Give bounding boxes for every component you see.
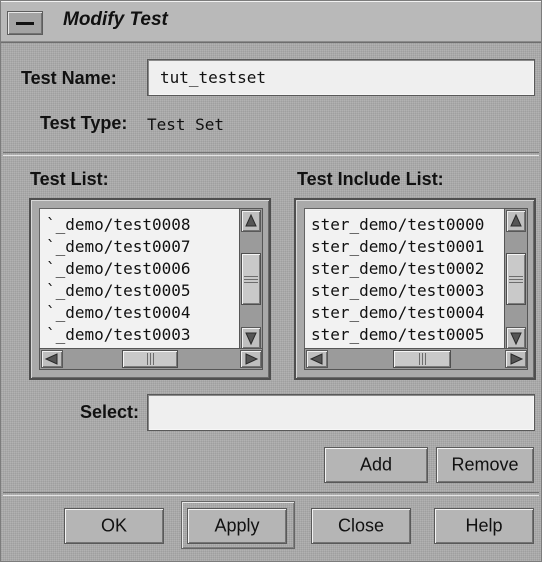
section-divider	[3, 152, 539, 156]
test-list-horizontal-scrollbar[interactable]	[39, 348, 263, 370]
apply-button-label: Apply	[214, 515, 260, 536]
arrow-left-icon[interactable]	[306, 350, 328, 368]
title-bar[interactable]: Modify Test	[1, 1, 541, 43]
arrow-up-icon[interactable]	[506, 210, 526, 232]
arrow-up-icon[interactable]	[241, 210, 261, 232]
add-button[interactable]: Add	[324, 447, 428, 483]
arrow-right-icon[interactable]	[505, 350, 527, 368]
include-list-hscroll-thumb[interactable]	[393, 350, 451, 368]
test-name-label: Test Name:	[21, 68, 117, 88]
include-list-vertical-scrollbar[interactable]	[504, 208, 528, 350]
apply-button[interactable]: Apply	[187, 508, 287, 544]
test-list-items: `_demo/test0008 `_demo/test0007 `_demo/tes…	[46, 214, 230, 346]
test-list-item[interactable]: `_demo/test0006	[46, 258, 230, 280]
include-list-horizontal-scrollbar[interactable]	[304, 348, 528, 370]
close-button[interactable]: Close	[311, 508, 411, 544]
test-list-hscroll-thumb[interactable]	[122, 350, 178, 368]
test-list-item[interactable]: `_demo/test0005	[46, 280, 230, 302]
arrow-down-icon[interactable]	[506, 327, 526, 349]
help-button[interactable]: Help	[434, 508, 534, 544]
footer-divider	[3, 492, 539, 496]
window-menu-icon[interactable]	[7, 11, 43, 35]
include-list-items: ster_demo/test0000 ster_demo/test0001 ster…	[311, 214, 495, 346]
test-type-value: Test Set	[147, 115, 225, 134]
include-list-vscroll-thumb[interactable]	[506, 253, 526, 305]
ok-button-label: OK	[100, 515, 127, 536]
include-list-item[interactable]: ster_demo/test0005	[311, 324, 495, 346]
include-list[interactable]: ster_demo/test0000 ster_demo/test0001 ster…	[304, 208, 506, 350]
test-list-frame: `_demo/test0008 `_demo/test0007 `_demo/tes…	[29, 198, 271, 380]
arrow-down-icon[interactable]	[241, 327, 261, 349]
test-list[interactable]: `_demo/test0008 `_demo/test0007 `_demo/tes…	[39, 208, 241, 350]
help-button-label: Help	[465, 515, 503, 536]
modify-test-dialog: Modify Test Test Name: Test Type: Test S…	[0, 0, 542, 562]
include-list-item[interactable]: ster_demo/test0003	[311, 280, 495, 302]
test-type-label: Test Type:	[40, 113, 128, 133]
include-list-item[interactable]: ster_demo/test0004	[311, 302, 495, 324]
test-list-vertical-scrollbar[interactable]	[239, 208, 263, 350]
test-name-field[interactable]	[147, 59, 535, 96]
test-list-item[interactable]: `_demo/test0007	[46, 236, 230, 258]
select-field[interactable]	[147, 394, 535, 431]
select-label: Select:	[80, 402, 140, 422]
remove-button-label: Remove	[451, 454, 519, 475]
select-input[interactable]	[158, 395, 524, 430]
include-list-item[interactable]: ster_demo/test0000	[311, 214, 495, 236]
window-title: Modify Test	[63, 9, 168, 30]
test-list-item[interactable]: `_demo/test0004	[46, 302, 230, 324]
include-list-item[interactable]: ster_demo/test0002	[311, 258, 495, 280]
arrow-right-icon[interactable]	[240, 350, 262, 368]
test-list-vscroll-thumb[interactable]	[241, 253, 261, 305]
test-list-label: Test List:	[30, 169, 109, 189]
arrow-left-icon[interactable]	[41, 350, 63, 368]
ok-button[interactable]: OK	[64, 508, 164, 544]
test-list-item[interactable]: `_demo/test0008	[46, 214, 230, 236]
include-list-item[interactable]: ster_demo/test0001	[311, 236, 495, 258]
include-list-frame: ster_demo/test0000 ster_demo/test0001 ster…	[294, 198, 536, 380]
add-button-label: Add	[359, 454, 393, 475]
close-button-label: Close	[337, 515, 385, 536]
include-list-label: Test Include List:	[297, 169, 444, 189]
test-list-item[interactable]: `_demo/test0003	[46, 324, 230, 346]
test-name-input[interactable]	[158, 60, 524, 95]
remove-button[interactable]: Remove	[436, 447, 534, 483]
